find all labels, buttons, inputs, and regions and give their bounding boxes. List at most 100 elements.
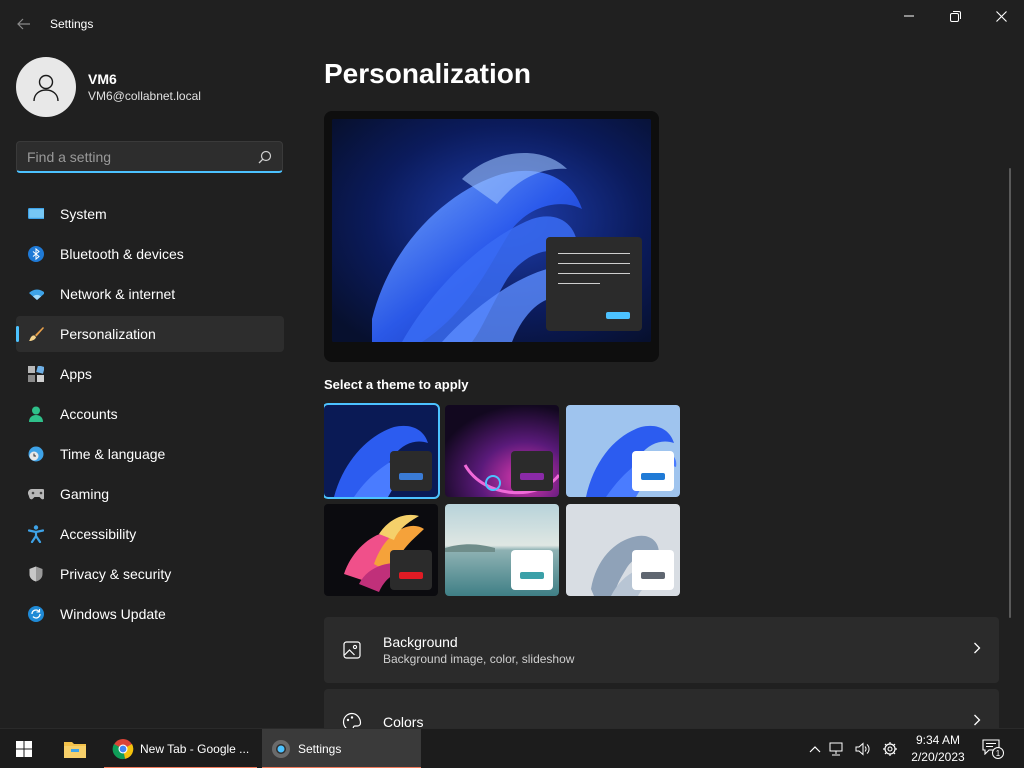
sidebar-item-label: Time & language: [60, 446, 166, 462]
notification-center-button[interactable]: 1: [982, 739, 1004, 761]
theme-flow[interactable]: [566, 504, 680, 596]
main-content: Personalization Select a theme to apply …: [324, 48, 1014, 728]
clock-time: 9:34 AM: [915, 733, 961, 747]
colors-card[interactable]: Colors: [324, 689, 999, 728]
sidebar-item-accounts[interactable]: Accounts: [16, 396, 284, 432]
card-title: Colors: [383, 714, 424, 728]
themes-label: Select a theme to apply: [324, 377, 469, 392]
theme-glow[interactable]: [445, 405, 559, 497]
start-button[interactable]: [0, 729, 48, 768]
bluetooth-icon: [28, 246, 44, 262]
window-controls: [886, 0, 1024, 32]
restore-button[interactable]: [932, 0, 978, 32]
theme-mini-window: [511, 550, 553, 590]
palette-icon: [342, 712, 362, 728]
sidebar-item-bluetooth[interactable]: Bluetooth & devices: [16, 236, 284, 272]
theme-mini-window: [390, 451, 432, 491]
sidebar-item-label: Privacy & security: [60, 566, 172, 582]
sidebar-item-personalization[interactable]: Personalization: [16, 316, 284, 352]
person-avatar-icon: [33, 74, 59, 102]
file-explorer-button[interactable]: [52, 729, 98, 768]
restore-icon: [949, 10, 961, 22]
close-button[interactable]: [978, 0, 1024, 32]
search-input[interactable]: [27, 148, 247, 165]
theme-mini-window: [632, 451, 674, 491]
search-icon[interactable]: [258, 150, 272, 164]
arrow-left-icon: [17, 18, 30, 30]
shield-icon: [28, 566, 44, 582]
accessibility-icon: [28, 525, 44, 543]
taskbar-app-settings[interactable]: Settings: [262, 729, 421, 768]
sidebar-item-windows-update[interactable]: Windows Update: [16, 596, 284, 632]
theme-sunrise[interactable]: [445, 504, 559, 596]
network-icon: [829, 742, 843, 756]
sidebar-item-label: Bluetooth & devices: [60, 246, 184, 262]
search-box[interactable]: [16, 141, 283, 173]
page-title: Personalization: [324, 58, 531, 89]
chevron-right-icon: [974, 714, 981, 726]
network-tray-icon[interactable]: [824, 742, 850, 756]
clock-date: 2/20/2023: [911, 750, 965, 764]
apps-icon: [28, 366, 44, 382]
sidebar-item-time-language[interactable]: Time & language: [16, 436, 284, 472]
sidebar-item-privacy-security[interactable]: Privacy & security: [16, 556, 284, 592]
taskbar: New Tab - Google ... Settings 9:34 AM 2/…: [0, 728, 1024, 768]
minimize-button[interactable]: [886, 0, 932, 32]
theme-windows-light[interactable]: [566, 405, 680, 497]
taskbar-app-chrome[interactable]: New Tab - Google ...: [104, 729, 257, 768]
theme-mini-window: [632, 550, 674, 590]
card-title: Background: [383, 634, 458, 650]
sidebar-item-label: Accounts: [60, 406, 118, 422]
speaker-icon: [855, 742, 870, 756]
chevron-up-icon: [809, 746, 821, 753]
sidebar-item-label: System: [60, 206, 107, 222]
brush-icon: [28, 326, 44, 342]
scrollbar[interactable]: [1009, 168, 1011, 618]
theme-windows-dark[interactable]: [324, 403, 440, 499]
sidebar-item-label: Accessibility: [60, 526, 137, 542]
background-card[interactable]: Background Background image, color, slid…: [324, 617, 999, 683]
sidebar: VM6 VM6@collabnet.local System Bluetooth…: [0, 48, 300, 728]
theme-mini-window: [511, 451, 553, 491]
gear-icon: [883, 742, 897, 756]
chevron-right-icon: [974, 642, 981, 654]
sidebar-item-network[interactable]: Network & internet: [16, 276, 284, 312]
sidebar-item-gaming[interactable]: Gaming: [16, 476, 284, 512]
theme-captured-motion[interactable]: [324, 504, 438, 596]
folder-icon: [64, 742, 86, 758]
clock[interactable]: 9:34 AM 2/20/2023: [905, 732, 971, 766]
app-title: Settings: [50, 17, 94, 31]
back-button[interactable]: [0, 0, 48, 48]
sidebar-item-accessibility[interactable]: Accessibility: [16, 516, 284, 552]
preview-wallpaper: [332, 119, 651, 342]
sidebar-item-label: Windows Update: [60, 606, 166, 622]
card-subtitle: Background image, color, slideshow: [383, 652, 575, 666]
system-tray: [806, 729, 904, 768]
close-icon: [995, 10, 1007, 22]
notification-badge: 1: [992, 747, 1004, 759]
sidebar-item-label: Personalization: [60, 326, 156, 342]
update-icon: [28, 606, 44, 622]
title-bar: Settings: [0, 0, 1024, 48]
profile-email: VM6@collabnet.local: [88, 89, 201, 103]
user-profile[interactable]: VM6 VM6@collabnet.local: [16, 57, 201, 117]
windows-logo-icon: [16, 741, 32, 757]
taskbar-app-label: Settings: [298, 742, 342, 756]
show-hidden-icons-button[interactable]: [806, 745, 824, 753]
wifi-icon: [28, 286, 44, 302]
preview-dialog-mock: [546, 237, 642, 331]
gamepad-icon: [28, 486, 44, 502]
clock-globe-icon: [28, 446, 44, 462]
settings-gear-icon: [272, 740, 290, 758]
monitor-icon: [28, 206, 44, 222]
settings-tray-icon[interactable]: [876, 741, 904, 757]
theme-mini-window: [390, 550, 432, 590]
taskbar-app-label: New Tab - Google ...: [140, 742, 250, 756]
sidebar-item-system[interactable]: System: [16, 196, 284, 232]
nav-list: System Bluetooth & devices Network & int…: [16, 196, 284, 636]
avatar: [16, 57, 76, 117]
sidebar-item-label: Gaming: [60, 486, 110, 502]
volume-tray-icon[interactable]: [850, 742, 876, 756]
sidebar-item-apps[interactable]: Apps: [16, 356, 284, 392]
profile-name: VM6: [88, 71, 117, 87]
